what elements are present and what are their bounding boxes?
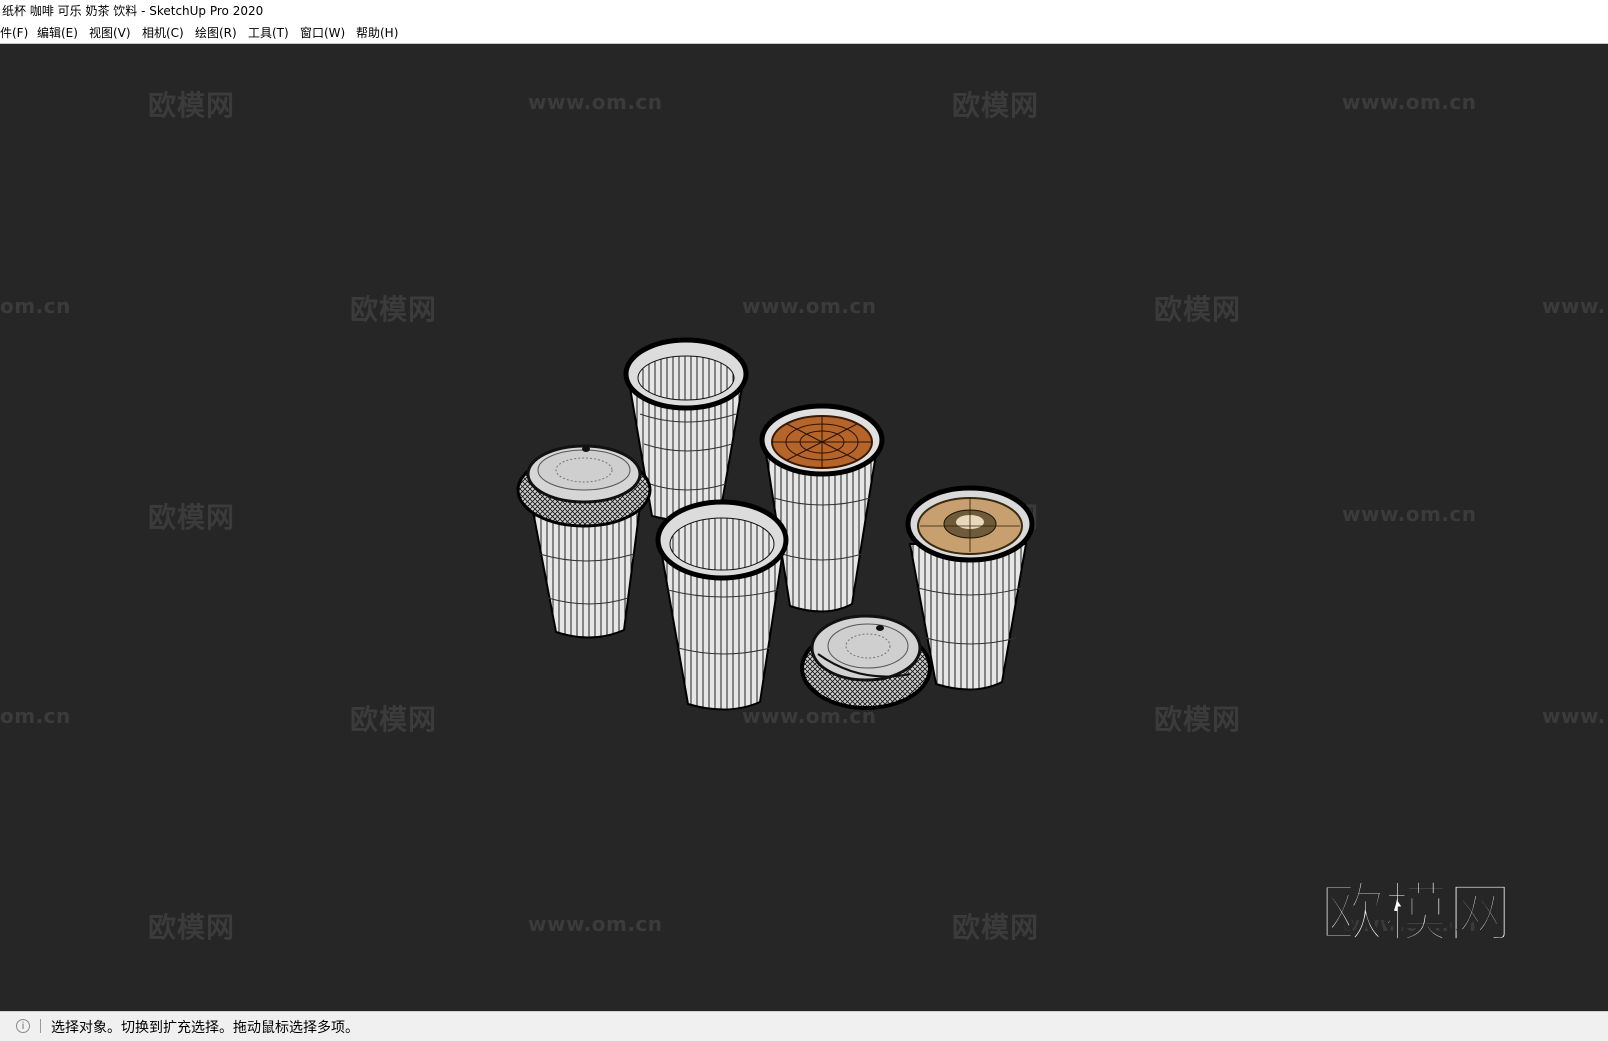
menu-tools[interactable]: 工具(T) bbox=[248, 25, 289, 41]
menu-file[interactable]: 件(F) bbox=[0, 25, 28, 41]
window-titlebar: 纸杯 咖啡 可乐 奶茶 饮料 - SketchUp Pro 2020 bbox=[0, 0, 1608, 22]
brand-logo: 欧模网 bbox=[1319, 876, 1513, 952]
menu-window[interactable]: 窗口(W) bbox=[300, 25, 345, 41]
status-divider bbox=[40, 1019, 41, 1033]
cup-with-lid[interactable] bbox=[516, 444, 652, 639]
info-icon[interactable]: i bbox=[16, 1019, 30, 1033]
menu-camera[interactable]: 相机(C) bbox=[142, 25, 184, 41]
menu-draw[interactable]: 绘图(R) bbox=[195, 25, 237, 41]
menu-edit[interactable]: 编辑(E) bbox=[37, 25, 78, 41]
front-cup-open[interactable] bbox=[655, 499, 789, 711]
menu-bar: 件(F) 编辑(E) 视图(V) 相机(C) 绘图(R) 工具(T) 窗口(W)… bbox=[0, 22, 1608, 44]
3d-viewport[interactable]: 欧模网 www.om.cn 欧模网 www.om.cn om.cn 欧模网 ww… bbox=[0, 44, 1608, 1011]
status-text: 选择对象。切换到扩充选择。拖动鼠标选择多项。 bbox=[51, 1020, 359, 1036]
coffee-cup[interactable] bbox=[759, 403, 885, 613]
loose-lid[interactable] bbox=[800, 614, 932, 710]
window-title: 纸杯 咖啡 可乐 奶茶 饮料 - SketchUp Pro 2020 bbox=[2, 4, 264, 18]
menu-help[interactable]: 帮助(H) bbox=[356, 25, 398, 41]
menu-view[interactable]: 视图(V) bbox=[89, 25, 131, 41]
status-bar: i 选择对象。切换到扩充选择。拖动鼠标选择多项。 bbox=[0, 1011, 1608, 1041]
